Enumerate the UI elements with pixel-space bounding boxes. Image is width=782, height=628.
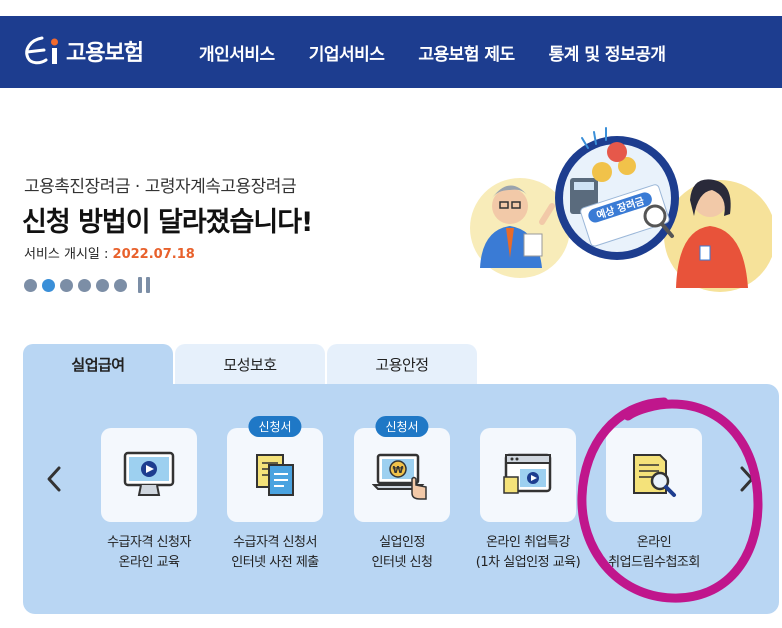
tab-unemployment-benefits[interactable]: 실업급여 [23, 344, 173, 384]
carousel-dot-4[interactable] [78, 278, 91, 292]
form-badge: 신청서 [375, 416, 429, 437]
service-label-line1: 실업인정 [379, 535, 425, 550]
service-label-line1: 수급자격 신청서 [233, 535, 317, 550]
service-label-employment-lecture: 온라인 취업특강 (1차 실업인정 교육) [463, 533, 593, 573]
logo[interactable]: 고용보험 [22, 34, 144, 68]
service-label-qualification-form: 수급자격 신청서 인터넷 사전 제출 [210, 533, 340, 573]
service-label-unemployment-recognition: 실업인정 인터넷 신청 [337, 533, 467, 573]
banner-subtitle: 고용촉진장려금 · 고령자계속고용장려금 [24, 177, 297, 197]
service-card-qualification-form[interactable]: 신청서 [227, 416, 323, 522]
banner-title: 신청 방법이 달라졌습니다! [22, 207, 313, 238]
service-label-line2: (1차 실업인정 교육) [475, 555, 581, 570]
nav-statistics[interactable]: 통계 및 정보공개 [549, 40, 666, 65]
carousel-dot-3[interactable] [60, 278, 73, 292]
tab-maternity-protection[interactable]: 모성보호 [175, 344, 325, 384]
date-value: 2022.07.18 [112, 247, 195, 262]
service-label-line1: 수급자격 신청자 [107, 535, 191, 550]
logo-text: 고용보험 [66, 41, 144, 66]
prev-arrow-icon[interactable] [44, 464, 64, 494]
nav-business-service[interactable]: 기업서비스 [309, 40, 385, 65]
pause-icon[interactable] [138, 277, 154, 293]
service-label-line2: 인터넷 사전 제출 [231, 555, 319, 570]
annotation-circle [577, 397, 763, 603]
monitor-play-icon [123, 451, 175, 496]
top-header: 고용보험 개인서비스 기업서비스 고용보험 제도 통계 및 정보공개 [0, 16, 782, 88]
form-badge: 신청서 [248, 416, 302, 437]
banner-date-row: 서비스 개시일 : 2022.07.18 [24, 243, 195, 262]
carousel-dot-1[interactable] [24, 278, 37, 292]
date-label: 서비스 개시일 : [24, 247, 113, 262]
browser-video-icon [503, 453, 552, 494]
carousel-dot-2[interactable] [42, 278, 55, 292]
service-card-online-education[interactable] [101, 428, 197, 522]
laptop-won-icon: ₩ [372, 453, 427, 500]
tab-employment-stability[interactable]: 고용안정 [327, 344, 477, 384]
main-banner[interactable]: 고용촉진장려금 · 고령자계속고용장려금 신청 방법이 달라졌습니다! 서비스 … [0, 88, 782, 318]
service-card-unemployment-recognition[interactable]: 신청서 ₩ [354, 416, 450, 522]
carousel-dot-5[interactable] [96, 278, 109, 292]
main-nav: 개인서비스 기업서비스 고용보험 제도 통계 및 정보공개 [199, 40, 700, 65]
service-label-line1: 온라인 취업특강 [486, 535, 570, 550]
banner-illustration: 예상 장려금 [470, 127, 772, 292]
service-card-employment-lecture[interactable] [480, 428, 576, 522]
service-label-line2: 인터넷 신청 [371, 555, 433, 570]
nav-personal-service[interactable]: 개인서비스 [199, 40, 275, 65]
documents-icon [256, 454, 294, 496]
service-tabs: 실업급여 모성보호 고용안정 [23, 344, 479, 384]
nav-insurance-system[interactable]: 고용보험 제도 [418, 40, 515, 65]
svg-text:₩: ₩ [392, 465, 403, 476]
service-label-line2: 온라인 교육 [118, 555, 180, 570]
service-label-online-education: 수급자격 신청자 온라인 교육 [84, 533, 214, 573]
carousel-dot-6[interactable] [114, 278, 127, 292]
ei-logo-icon [22, 34, 64, 68]
carousel-dots [24, 277, 154, 293]
